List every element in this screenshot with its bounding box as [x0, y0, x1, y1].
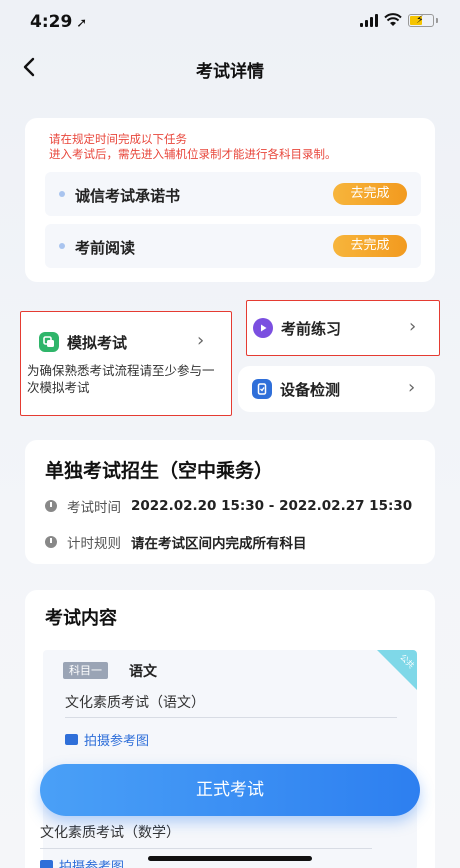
status-icons: ⚡ — [360, 13, 438, 27]
exam-time-label: 考试时间 — [67, 500, 121, 516]
mock-exam-icon — [39, 332, 59, 352]
clock-text: 4:29 — [30, 12, 73, 32]
divider — [65, 717, 397, 718]
subject-name: 语文 — [129, 664, 157, 680]
image-icon — [65, 734, 78, 745]
status-time: 4:29 ➚ — [30, 12, 87, 32]
clock-icon — [45, 500, 57, 512]
bullet-dot — [59, 191, 65, 197]
task-row-reading[interactable]: 考前阅读 去完成 — [45, 224, 421, 268]
timing-rule-label: 计时规则 — [67, 536, 121, 552]
photo-reference-link[interactable]: 拍摄参考图 — [40, 856, 124, 868]
photo-reference-link[interactable]: 拍摄参考图 — [65, 730, 149, 749]
chevron-right-icon: › — [408, 377, 416, 398]
battery-cap — [436, 17, 438, 23]
device-check-title: 设备检测 — [280, 381, 341, 399]
signal-icon — [360, 13, 378, 27]
nav-bar: 考试详情 — [0, 48, 460, 88]
timing-rule-value: 请在考试区间内完成所有科目 — [131, 536, 307, 552]
task-label: 诚信考试承诺书 — [75, 187, 181, 205]
bullet-dot — [59, 243, 65, 249]
timing-rule-row: 计时规则 请在考试区间内完成所有科目 — [45, 532, 307, 552]
mock-exam-desc: 为确保熟悉考试流程请至少参与一次模拟考试 — [27, 363, 215, 395]
corner-ribbon — [377, 650, 417, 690]
practice-title: 考前练习 — [281, 320, 342, 338]
task-row-pledge[interactable]: 诚信考试承诺书 去完成 — [45, 172, 421, 216]
wifi-icon — [384, 13, 402, 26]
subject-desc: 文化素质考试（语文） — [65, 695, 205, 711]
mock-exam-title: 模拟考试 — [67, 334, 128, 352]
divider — [40, 848, 372, 849]
exam-time-row: 考试时间 2022.02.20 15:30 - 2022.02.27 15:30 — [45, 496, 412, 516]
start-exam-button[interactable]: 正式考试 — [40, 764, 420, 816]
chevron-right-icon: › — [409, 316, 417, 337]
notice-line-1: 请在规定时间完成以下任务 — [49, 132, 187, 146]
photo-reference-label: 拍摄参考图 — [84, 734, 150, 749]
content-title: 考试内容 — [45, 608, 117, 629]
exam-title: 单独考试招生（空中乘务） — [45, 460, 274, 482]
exam-info-card: 单独考试招生（空中乘务） 考试时间 2022.02.20 15:30 - 202… — [25, 440, 435, 564]
page-title: 考试详情 — [196, 62, 264, 82]
device-check-icon — [252, 379, 272, 399]
task-label: 考前阅读 — [75, 239, 136, 257]
image-icon — [40, 860, 53, 868]
status-bar: 4:29 ➚ ⚡ — [0, 0, 460, 44]
complete-pledge-button[interactable]: 去完成 — [333, 183, 407, 205]
chevron-right-icon: › — [197, 330, 205, 351]
photo-reference-label: 拍摄参考图 — [59, 860, 125, 868]
subject-desc: 文化素质考试（数学） — [40, 825, 180, 841]
task-notice: 请在规定时间完成以下任务 进入考试后，需先进入辅机位录制才能进行各科目录制。 — [49, 132, 337, 162]
battery-icon: ⚡ — [408, 13, 434, 27]
task-card: 请在规定时间完成以下任务 进入考试后，需先进入辅机位录制才能进行各科目录制。 诚… — [25, 118, 435, 282]
notice-line-2: 进入考试后，需先进入辅机位录制才能进行各科目录制。 — [49, 147, 337, 161]
complete-reading-button[interactable]: 去完成 — [333, 235, 407, 257]
location-arrow-icon: ➚ — [76, 16, 88, 31]
home-indicator — [148, 856, 312, 861]
mock-exam-card[interactable]: 模拟考试 › 为确保熟悉考试流程请至少参与一次模拟考试 — [20, 311, 232, 416]
play-icon — [253, 318, 273, 338]
device-check-card[interactable]: 设备检测 › — [238, 366, 435, 412]
exam-time-value: 2022.02.20 15:30 - 2022.02.27 15:30 — [131, 498, 413, 514]
clock-icon — [45, 536, 57, 548]
practice-card[interactable]: 考前练习 › — [246, 300, 440, 356]
subject-badge: 科目一 — [63, 662, 108, 679]
